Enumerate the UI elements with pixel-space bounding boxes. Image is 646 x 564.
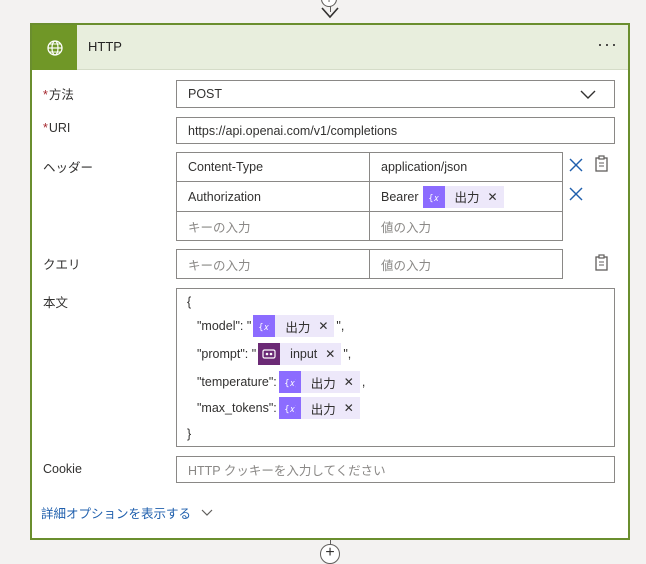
expression-icon: {𝑥} xyxy=(278,371,301,393)
arrow-down-icon xyxy=(321,7,339,19)
cookie-label: Cookie xyxy=(43,462,82,476)
header-value-input[interactable]: application/json xyxy=(369,152,563,182)
dynamic-content-token[interactable]: {𝑥} 出力 ✕ xyxy=(253,315,335,337)
header-value-input[interactable]: 値の入力 xyxy=(369,211,563,241)
close-icon[interactable] xyxy=(569,187,583,201)
remove-token-icon[interactable]: ✕ xyxy=(488,190,498,204)
body-editor[interactable]: { "model": " {𝑥} 出力 ✕ ", "prompt": " xyxy=(176,288,615,447)
query-value-input[interactable]: 値の入力 xyxy=(369,249,563,279)
close-icon[interactable] xyxy=(569,158,583,172)
action-title: HTTP xyxy=(88,39,122,54)
svg-text:{𝑥}: {𝑥} xyxy=(284,379,296,388)
body-line: "temperature": {𝑥} 出力 ✕ , xyxy=(197,371,365,393)
dynamic-content-token[interactable]: input ✕ xyxy=(258,343,342,365)
required-mark: * xyxy=(43,88,48,102)
action-header[interactable]: HTTP ··· xyxy=(32,25,628,70)
uri-label: *URI xyxy=(43,121,71,135)
expression-icon: {𝑥} xyxy=(253,315,276,337)
body-close-brace: } xyxy=(187,427,192,441)
dynamic-content-token[interactable]: {𝑥} 出力 ✕ xyxy=(278,397,360,419)
body-line: "model": " {𝑥} 出力 ✕ ", xyxy=(197,315,344,337)
header-value-input[interactable]: Bearer {𝑥} 出力 ✕ xyxy=(369,181,563,212)
chevron-down-icon xyxy=(201,509,213,516)
required-mark: * xyxy=(43,121,48,135)
method-dropdown[interactable]: POST xyxy=(176,80,615,108)
body-line: "prompt": " input ✕ ", xyxy=(197,343,351,365)
trigger-input-icon xyxy=(258,343,281,365)
header-key-input[interactable]: キーの入力 xyxy=(176,211,370,241)
queries-label: クエリ xyxy=(43,258,81,272)
svg-text:{𝑥}: {𝑥} xyxy=(284,405,296,414)
clipboard-icon[interactable] xyxy=(594,254,610,272)
svg-text:{𝑥}: {𝑥} xyxy=(428,194,440,203)
http-action-card: HTTP ··· *方法 POST *URI https://api.opena… xyxy=(30,23,630,540)
add-step-button[interactable]: + xyxy=(320,544,340,564)
method-value: POST xyxy=(188,87,223,101)
more-options-button[interactable]: ··· xyxy=(597,34,618,55)
header-key-input[interactable]: Content-Type xyxy=(176,152,370,182)
method-label: *方法 xyxy=(43,88,74,102)
expression-icon: {𝑥} xyxy=(278,397,301,419)
remove-token-icon[interactable]: ✕ xyxy=(318,319,328,333)
dynamic-content-token[interactable]: {𝑥} 出力 ✕ xyxy=(278,371,360,393)
svg-text:{𝑥}: {𝑥} xyxy=(258,323,270,332)
uri-value: https://api.openai.com/v1/completions xyxy=(188,123,398,138)
clipboard-icon[interactable] xyxy=(594,155,610,173)
body-label: 本文 xyxy=(43,296,69,310)
remove-token-icon[interactable]: ✕ xyxy=(325,347,335,361)
show-advanced-options-link[interactable]: 詳細オプションを表示する xyxy=(41,503,213,522)
body-open-brace: { xyxy=(187,295,192,309)
chevron-down-icon xyxy=(580,90,596,99)
globe-icon xyxy=(32,25,77,70)
expression-icon: {𝑥} xyxy=(422,185,445,208)
headers-label: ヘッダー xyxy=(43,161,94,175)
query-key-input[interactable]: キーの入力 xyxy=(176,249,370,279)
uri-input[interactable]: https://api.openai.com/v1/completions xyxy=(176,117,615,144)
remove-token-icon[interactable]: ✕ xyxy=(344,401,354,415)
cookie-input[interactable]: HTTP クッキーを入力してください xyxy=(176,456,615,483)
dynamic-content-token[interactable]: {𝑥} 出力 ✕ xyxy=(422,185,504,208)
body-line: "max_tokens": {𝑥} 出力 ✕ xyxy=(197,397,362,419)
remove-token-icon[interactable]: ✕ xyxy=(344,375,354,389)
header-key-input[interactable]: Authorization xyxy=(176,181,370,212)
